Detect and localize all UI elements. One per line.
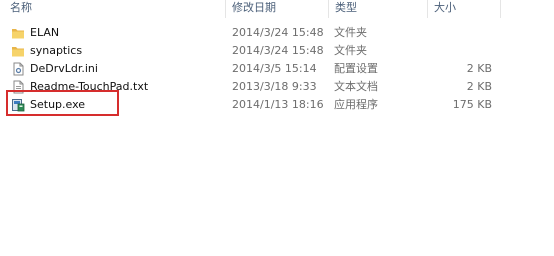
file-date: 2014/3/24 15:48: [232, 26, 324, 39]
file-type: 文件夹: [334, 26, 367, 39]
setup-exe-icon: [12, 99, 25, 112]
file-row[interactable]: Readme-TouchPad.txt 2013/3/18 9:33 文本文档 …: [0, 78, 554, 96]
file-type: 配置设置: [334, 62, 378, 75]
file-type: 文件夹: [334, 44, 367, 57]
file-size: 2 KB: [466, 62, 492, 75]
file-rows: ELAN 2014/3/24 15:48 文件夹 synaptics 2014/…: [0, 24, 554, 114]
column-header-name[interactable]: 名称: [4, 0, 224, 18]
column-header-date[interactable]: 修改日期: [226, 0, 328, 18]
file-name: synaptics: [30, 44, 83, 57]
file-name: Setup.exe: [30, 98, 86, 111]
file-row[interactable]: DeDrvLdr.ini 2014/3/5 15:14 配置设置 2 KB: [0, 60, 554, 78]
file-size: 2 KB: [466, 80, 492, 93]
file-date: 2013/3/18 9:33: [232, 80, 317, 93]
file-date: 2014/1/13 18:16: [232, 98, 324, 111]
file-row[interactable]: Setup.exe 2014/1/13 18:16 应用程序 175 KB: [0, 96, 554, 114]
file-type: 应用程序: [334, 98, 378, 111]
file-date: 2014/3/5 15:14: [232, 62, 317, 75]
file-size: [420, 24, 492, 42]
column-header-bar: 名称 修改日期 类型 大小: [0, 0, 554, 18]
column-divider[interactable]: [500, 0, 501, 18]
folder-icon: [12, 29, 24, 39]
file-name: ELAN: [30, 26, 60, 39]
folder-icon: [12, 47, 24, 57]
settings-file-icon: [13, 62, 24, 76]
file-name: DeDrvLdr.ini: [30, 62, 98, 75]
file-date: 2014/3/24 15:48: [232, 44, 324, 57]
file-type: 文本文档: [334, 80, 378, 93]
file-size: [420, 42, 492, 60]
column-header-size[interactable]: 大小: [428, 0, 500, 18]
text-file-icon: [13, 80, 24, 94]
file-name: Readme-TouchPad.txt: [30, 80, 149, 93]
file-row[interactable]: ELAN 2014/3/24 15:48 文件夹: [0, 24, 554, 42]
file-size: 175 KB: [452, 98, 492, 111]
file-explorer-list: 名称 修改日期 类型 大小 ELAN 2014/3/24 15:48 文件夹 s…: [0, 0, 554, 256]
column-header-type[interactable]: 类型: [329, 0, 427, 18]
file-row[interactable]: synaptics 2014/3/24 15:48 文件夹: [0, 42, 554, 60]
